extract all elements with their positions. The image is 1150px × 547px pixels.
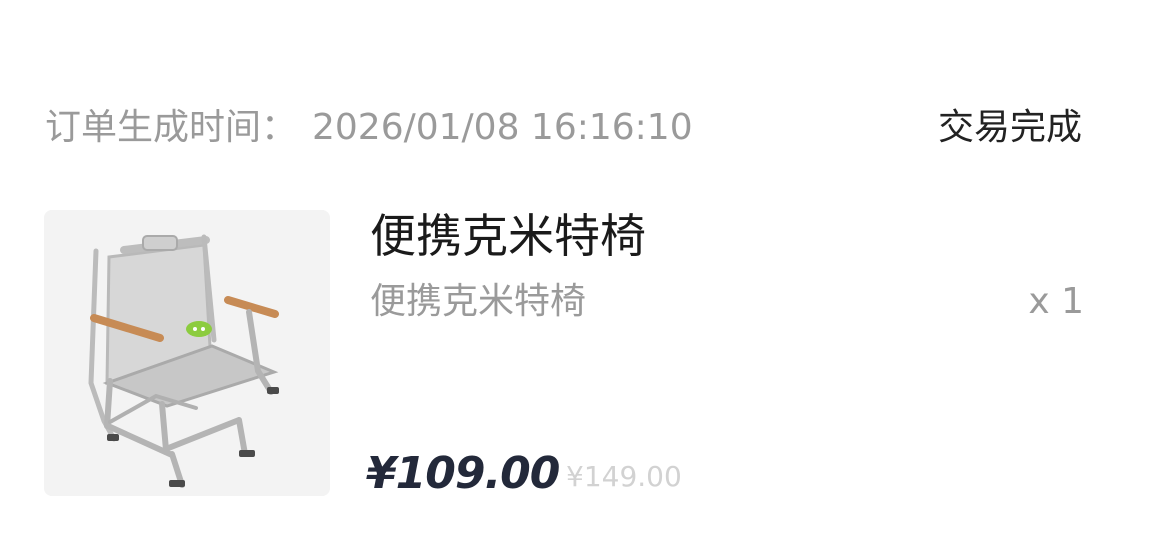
camping-chair-icon: [44, 210, 330, 496]
sale-price: ¥109.00: [366, 448, 560, 499]
original-price: ¥149.00: [566, 460, 682, 493]
product-spec: 便携克米特椅: [370, 281, 587, 322]
order-status: 交易完成: [937, 107, 1082, 148]
product-title[interactable]: 便携克米特椅: [370, 206, 646, 266]
order-time-label: 订单生成时间：: [45, 107, 298, 148]
order-time-value: 2026/01/08 16:16:10: [312, 107, 693, 148]
order-item-card[interactable]: 订单生成时间： 2026/01/08 16:16:10 交易完成 便携克米特椅 …: [0, 0, 1150, 547]
quantity: x 1: [1028, 281, 1084, 322]
product-image[interactable]: [44, 210, 330, 496]
